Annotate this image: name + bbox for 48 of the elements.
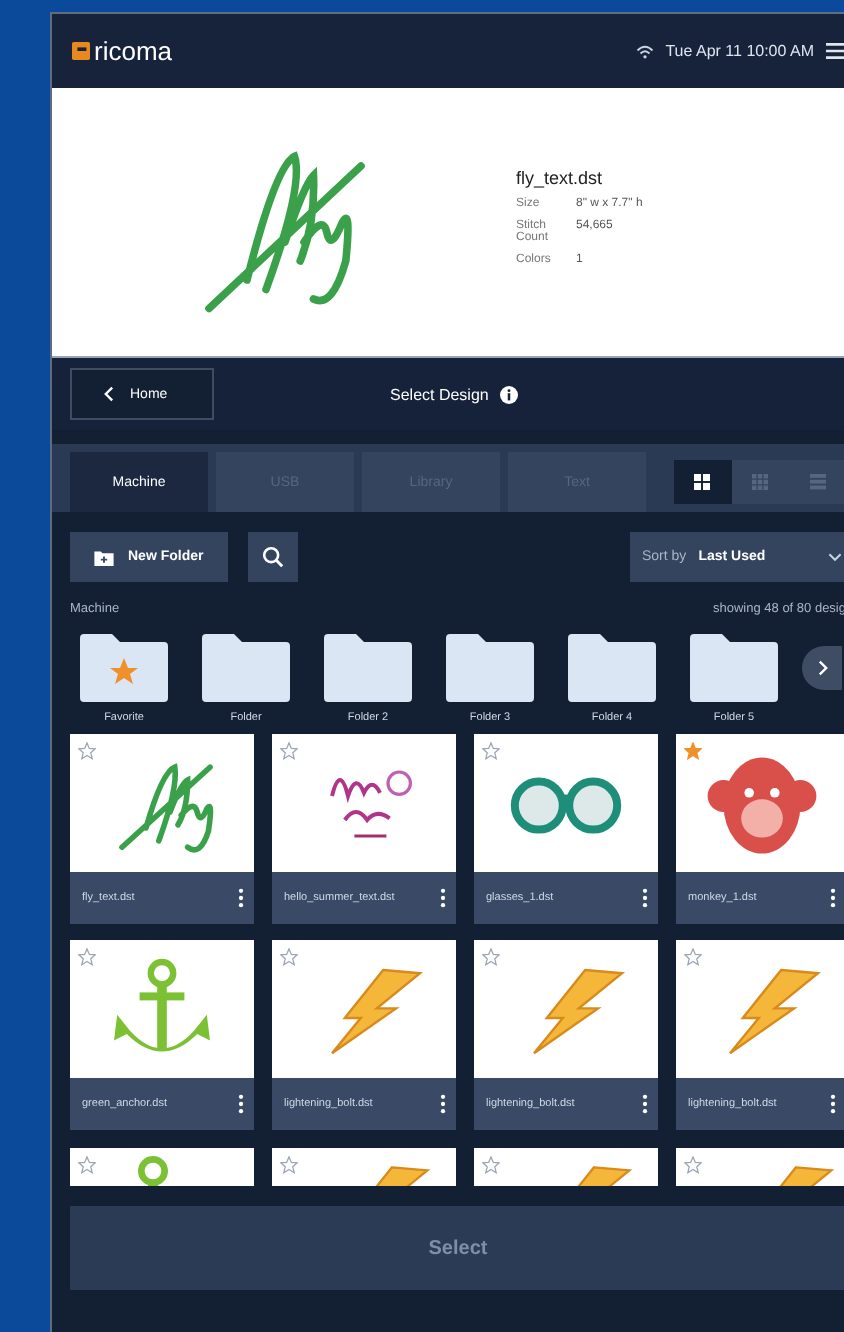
star-icon[interactable] bbox=[482, 948, 500, 967]
star-icon[interactable] bbox=[684, 1155, 702, 1174]
search-button[interactable] bbox=[247, 532, 298, 582]
star-icon[interactable] bbox=[78, 742, 96, 760]
design-thumbnail[interactable] bbox=[474, 1147, 658, 1186]
filled-star-icon[interactable] bbox=[684, 742, 702, 760]
chevron-down-icon[interactable] bbox=[828, 552, 842, 562]
file-name: fly_text.dst bbox=[516, 168, 605, 188]
back-icon[interactable] bbox=[104, 386, 114, 402]
more-options-icon[interactable] bbox=[238, 888, 244, 908]
design-thumbnail[interactable] bbox=[676, 1147, 844, 1186]
design-thumbnail[interactable] bbox=[70, 1147, 254, 1186]
date-time: Tue Apr 11 10:00 AM bbox=[665, 42, 814, 60]
design-thumbnail[interactable] bbox=[70, 734, 254, 872]
star-icon[interactable] bbox=[280, 1155, 298, 1174]
design-thumbnail[interactable] bbox=[272, 940, 456, 1079]
star-icon[interactable] bbox=[280, 948, 298, 967]
star-icon[interactable] bbox=[482, 1155, 500, 1174]
design-thumbnail[interactable] bbox=[474, 734, 658, 872]
search-icon[interactable] bbox=[261, 546, 284, 568]
large-grid-button[interactable] bbox=[674, 460, 732, 504]
design-thumbnail[interactable] bbox=[272, 734, 456, 872]
more-options-icon[interactable] bbox=[830, 888, 836, 908]
more-options-icon[interactable] bbox=[440, 1094, 446, 1115]
more-options-icon[interactable] bbox=[642, 1094, 648, 1115]
more-options-icon[interactable] bbox=[830, 1094, 836, 1115]
anchor-artwork bbox=[138, 1155, 168, 1186]
star-icon[interactable] bbox=[280, 742, 298, 760]
star-icon[interactable] bbox=[684, 948, 702, 967]
more-options-icon[interactable] bbox=[642, 888, 648, 908]
wifi-icon bbox=[635, 43, 654, 59]
star-icon[interactable] bbox=[78, 1155, 96, 1174]
star-icon[interactable] bbox=[482, 742, 500, 760]
more-options-icon[interactable] bbox=[440, 888, 446, 908]
info-icon[interactable] bbox=[500, 385, 519, 403]
star-icon[interactable] bbox=[78, 948, 96, 967]
more-options-icon[interactable] bbox=[238, 1094, 244, 1115]
logo-icon bbox=[72, 42, 90, 60]
add-folder-icon[interactable] bbox=[94, 549, 114, 565]
menu-icon[interactable] bbox=[826, 42, 844, 60]
design-thumbnail[interactable] bbox=[474, 940, 658, 1079]
chevron-right-icon[interactable] bbox=[817, 660, 827, 676]
logo-text: ricoma bbox=[94, 36, 173, 66]
grid-icon[interactable] bbox=[694, 474, 711, 490]
next-button[interactable] bbox=[802, 646, 842, 690]
design-thumbnail[interactable] bbox=[70, 940, 254, 1079]
design-thumbnail[interactable] bbox=[272, 1147, 456, 1186]
page-title: Select Design bbox=[390, 385, 489, 403]
